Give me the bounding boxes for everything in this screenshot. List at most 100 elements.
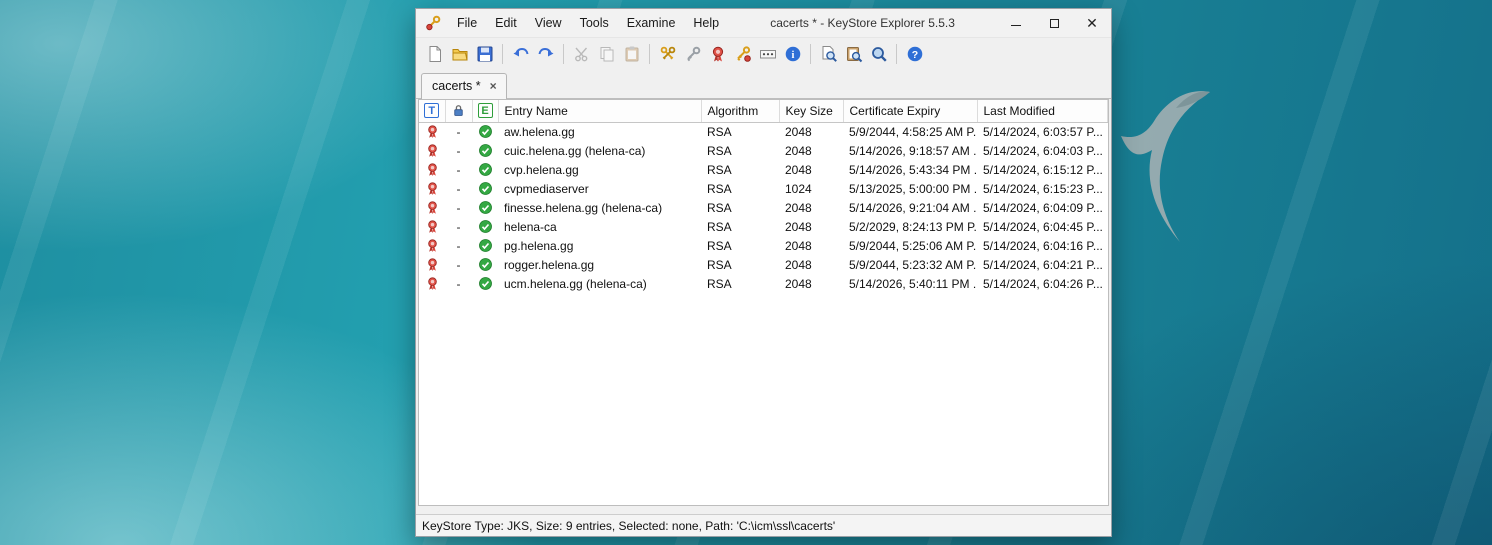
app-icon xyxy=(424,14,442,32)
trusted-certificate-icon xyxy=(425,181,440,196)
valid-status-icon xyxy=(478,219,493,234)
valid-status-icon xyxy=(478,124,493,139)
menu-view[interactable]: View xyxy=(526,9,571,37)
tab-bar: cacerts * × xyxy=(416,70,1111,99)
certificate-expiry-cell: 5/14/2026, 9:21:04 AM ... xyxy=(843,198,977,217)
entry-name-cell: ucm.helena.gg (helena-ca) xyxy=(498,274,701,293)
import-key-pair-icon xyxy=(734,45,752,63)
entry-name-cell: pg.helena.gg xyxy=(498,236,701,255)
copy-button[interactable] xyxy=(594,42,619,67)
cut-icon xyxy=(573,45,591,63)
table-row[interactable]: - pg.helena.gg RSA 2048 5/9/2044, 5:25:0… xyxy=(419,236,1108,255)
valid-status-icon xyxy=(478,238,493,253)
valid-status-icon xyxy=(478,143,493,158)
redo-button[interactable] xyxy=(533,42,558,67)
col-header-lock[interactable] xyxy=(445,100,472,122)
last-modified-cell: 5/14/2024, 6:04:03 P... xyxy=(977,141,1108,160)
tab-label: cacerts * xyxy=(432,79,481,93)
type-column-icon: T xyxy=(424,103,439,118)
key-size-cell: 2048 xyxy=(779,141,843,160)
help-button[interactable]: ? xyxy=(902,42,927,67)
lock-status-cell: - xyxy=(445,274,472,293)
last-modified-cell: 5/14/2024, 6:04:09 P... xyxy=(977,198,1108,217)
col-header-certificate-expiry[interactable]: Certificate Expiry xyxy=(843,100,977,122)
key-size-cell: 2048 xyxy=(779,198,843,217)
entry-name-cell: cvpmediaserver xyxy=(498,179,701,198)
examine-clipboard-button[interactable] xyxy=(841,42,866,67)
menu-file[interactable]: File xyxy=(448,9,486,37)
col-header-expiry[interactable]: E xyxy=(472,100,498,122)
algorithm-cell: RSA xyxy=(701,236,779,255)
help-icon: ? xyxy=(906,45,924,63)
table-row[interactable]: - rogger.helena.gg RSA 2048 5/9/2044, 5:… xyxy=(419,255,1108,274)
import-trusted-certificate-button[interactable] xyxy=(705,42,730,67)
last-modified-cell: 5/14/2024, 6:04:26 P... xyxy=(977,274,1108,293)
examine-ssl-button[interactable] xyxy=(866,42,891,67)
table-row[interactable]: - ucm.helena.gg (helena-ca) RSA 2048 5/1… xyxy=(419,274,1108,293)
lock-status-cell: - xyxy=(445,122,472,141)
import-key-pair-button[interactable] xyxy=(730,42,755,67)
save-icon xyxy=(476,45,494,63)
valid-status-icon xyxy=(478,181,493,196)
generate-secret-key-button[interactable] xyxy=(680,42,705,67)
col-header-type[interactable]: T xyxy=(419,100,445,122)
trusted-certificate-icon xyxy=(425,257,440,272)
last-modified-cell: 5/14/2024, 6:04:16 P... xyxy=(977,236,1108,255)
col-header-last-modified[interactable]: Last Modified xyxy=(977,100,1108,122)
table-row[interactable]: - aw.helena.gg RSA 2048 5/9/2044, 4:58:2… xyxy=(419,122,1108,141)
algorithm-cell: RSA xyxy=(701,255,779,274)
table-row[interactable]: - finesse.helena.gg (helena-ca) RSA 2048… xyxy=(419,198,1108,217)
menu-examine[interactable]: Examine xyxy=(618,9,685,37)
menu-help[interactable]: Help xyxy=(684,9,728,37)
maximize-button[interactable] xyxy=(1035,9,1073,37)
col-header-entry-name[interactable]: Entry Name xyxy=(498,100,701,122)
lock-status-cell: - xyxy=(445,179,472,198)
examine-ssl-icon xyxy=(870,45,888,63)
lock-status-cell: - xyxy=(445,255,472,274)
open-keystore-button[interactable] xyxy=(447,42,472,67)
lock-status-cell: - xyxy=(445,217,472,236)
new-keystore-button[interactable] xyxy=(422,42,447,67)
algorithm-cell: RSA xyxy=(701,217,779,236)
paste-icon xyxy=(623,45,641,63)
svg-text:?: ? xyxy=(911,49,917,61)
certificate-expiry-cell: 5/14/2026, 5:40:11 PM ... xyxy=(843,274,977,293)
tab-cacerts[interactable]: cacerts * × xyxy=(421,73,507,99)
examine-file-button[interactable] xyxy=(816,42,841,67)
valid-status-icon xyxy=(478,276,493,291)
undo-icon xyxy=(512,45,530,63)
table-row[interactable]: - helena-ca RSA 2048 5/2/2029, 8:24:13 P… xyxy=(419,217,1108,236)
status-bar: KeyStore Type: JKS, Size: 9 entries, Sel… xyxy=(416,514,1111,536)
table-row[interactable]: - cvp.helena.gg RSA 2048 5/14/2026, 5:43… xyxy=(419,160,1108,179)
keystore-table-body: - aw.helena.gg RSA 2048 5/9/2044, 4:58:2… xyxy=(419,122,1108,293)
algorithm-cell: RSA xyxy=(701,198,779,217)
toolbar-separator xyxy=(502,44,503,64)
menu-tools[interactable]: Tools xyxy=(571,9,618,37)
examine-file-icon xyxy=(820,45,838,63)
paste-button[interactable] xyxy=(619,42,644,67)
properties-button[interactable]: i xyxy=(780,42,805,67)
certificate-expiry-cell: 5/13/2025, 5:00:00 PM ... xyxy=(843,179,977,198)
minimize-button[interactable] xyxy=(997,9,1035,37)
col-header-algorithm[interactable]: Algorithm xyxy=(701,100,779,122)
trusted-certificate-icon xyxy=(425,143,440,158)
table-row[interactable]: - cuic.helena.gg (helena-ca) RSA 2048 5/… xyxy=(419,141,1108,160)
col-header-key-size[interactable]: Key Size xyxy=(779,100,843,122)
last-modified-cell: 5/14/2024, 6:04:21 P... xyxy=(977,255,1108,274)
trusted-certificate-icon xyxy=(425,200,440,215)
set-password-button[interactable] xyxy=(755,42,780,67)
undo-button[interactable] xyxy=(508,42,533,67)
cut-button[interactable] xyxy=(569,42,594,67)
close-button[interactable]: ✕ xyxy=(1073,9,1111,37)
toolbar-separator xyxy=(563,44,564,64)
last-modified-cell: 5/14/2024, 6:15:12 P... xyxy=(977,160,1108,179)
trusted-certificate-icon xyxy=(425,124,440,139)
set-password-icon xyxy=(759,45,777,63)
menu-edit[interactable]: Edit xyxy=(486,9,526,37)
save-keystore-button[interactable] xyxy=(472,42,497,67)
algorithm-cell: RSA xyxy=(701,160,779,179)
tab-close-icon[interactable]: × xyxy=(490,80,497,92)
generate-key-pair-button[interactable] xyxy=(655,42,680,67)
toolbar-separator xyxy=(896,44,897,64)
table-row[interactable]: - cvpmediaserver RSA 1024 5/13/2025, 5:0… xyxy=(419,179,1108,198)
